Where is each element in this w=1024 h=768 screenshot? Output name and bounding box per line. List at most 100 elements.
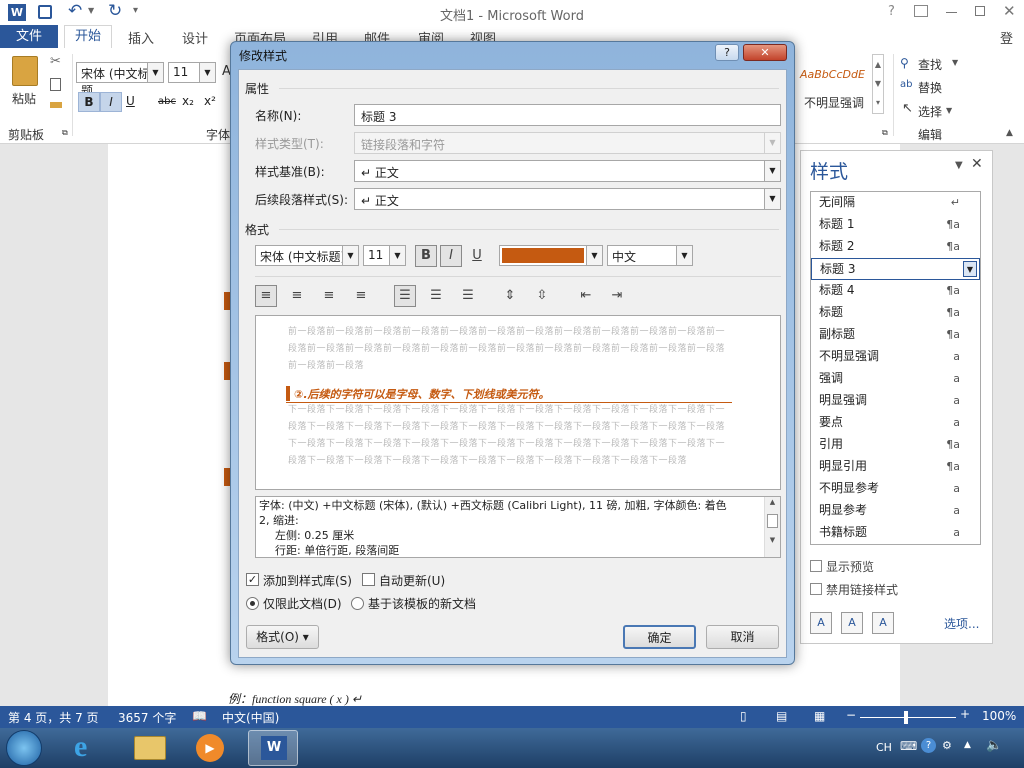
format-menu-button[interactable]: 格式(O) ▾	[246, 625, 319, 649]
web-layout-icon[interactable]: ▦	[814, 709, 825, 723]
settings-tray-icon[interactable]: ⚙	[942, 739, 952, 752]
show-preview-checkbox[interactable]	[810, 560, 822, 572]
chevron-down-icon[interactable]: ▼	[764, 189, 780, 209]
keyboard-icon[interactable]: ⌨	[900, 739, 917, 753]
close-icon[interactable]: ✕	[1003, 2, 1016, 20]
paste-button-label[interactable]: 粘贴	[12, 90, 36, 107]
print-layout-icon[interactable]: ▤	[776, 709, 787, 723]
tab-file[interactable]: 文件	[0, 25, 58, 48]
copy-icon[interactable]	[50, 78, 61, 91]
align-right-icon[interactable]: ≡	[318, 285, 340, 307]
subscript-icon[interactable]: x₂	[182, 94, 194, 108]
align-center-icon[interactable]: ≡	[286, 285, 308, 307]
zoom-level[interactable]: 100%	[982, 709, 1016, 723]
ribbon-font-size[interactable]: 11 ▼	[168, 62, 216, 83]
pane-close-icon[interactable]: ✕	[971, 156, 983, 172]
zoom-slider[interactable]	[860, 711, 956, 724]
select-dropdown-icon[interactable]: ▼	[946, 106, 952, 115]
size-select[interactable]: 11 ▼	[363, 245, 406, 266]
find-button[interactable]: 查找	[918, 56, 942, 73]
increase-para-spacing-icon[interactable]: ⇕	[499, 285, 521, 307]
style-list-item[interactable]: 要点 a	[811, 412, 980, 434]
chevron-down-icon[interactable]: ▼	[586, 246, 602, 265]
select-button[interactable]: 选择	[918, 103, 942, 120]
only-document-radio[interactable]	[246, 597, 259, 610]
chevron-down-icon[interactable]: ▼	[147, 63, 163, 82]
style-list-item[interactable]: 书籍标题 a	[811, 522, 980, 544]
language-status[interactable]: 中文(中国)	[222, 709, 279, 726]
dialog-help-icon[interactable]: ?	[715, 44, 739, 61]
single-spacing-icon[interactable]: ☰	[394, 285, 416, 307]
align-left-icon[interactable]: ≡	[255, 285, 277, 307]
show-hidden-icon[interactable]: ▲	[964, 740, 971, 750]
only-document-label[interactable]: 仅限此文档(D)	[263, 595, 342, 612]
ribbon-font-name[interactable]: 宋体 (中文标题 ▼	[76, 62, 164, 98]
add-to-gallery-checkbox[interactable]: ✓	[246, 573, 259, 586]
font-select[interactable]: 宋体 (中文标题) ▼	[255, 245, 359, 266]
help-tray-icon[interactable]: ?	[921, 738, 936, 753]
auto-update-checkbox[interactable]	[362, 573, 375, 586]
new-template-label[interactable]: 基于该模板的新文档	[368, 595, 476, 612]
zoom-in-icon[interactable]: +	[960, 707, 970, 721]
start-button-icon[interactable]	[6, 730, 42, 766]
dialog-close-icon[interactable]: ✕	[743, 44, 787, 61]
bold-button[interactable]: B	[415, 245, 437, 267]
volume-icon[interactable]: 🔈	[986, 738, 1002, 753]
new-template-radio[interactable]	[351, 597, 364, 610]
disable-linked-label[interactable]: 禁用链接样式	[826, 581, 898, 598]
style-list-item[interactable]: 无间隔 ↵	[811, 192, 980, 214]
style-item-dropdown-icon[interactable]: ▼	[963, 261, 977, 277]
style-list-item[interactable]: 明显强调 a	[811, 390, 980, 412]
show-preview-label[interactable]: 显示预览	[826, 558, 874, 575]
style-gallery-item[interactable]: AaBbCcDdE	[800, 68, 872, 88]
style-list-item[interactable]: 不明显强调 a	[811, 346, 980, 368]
cancel-button[interactable]: 取消	[706, 625, 779, 649]
base-style-select[interactable]: ↵ 正文 ▼	[354, 160, 781, 182]
style-list[interactable]: 无间隔↵标题 1¶a标题 2¶a标题 3¶a▼标题 4¶a标题¶a副标题¶a不明…	[810, 191, 981, 545]
ribbon-bold-icon[interactable]: B	[78, 92, 100, 112]
read-mode-icon[interactable]: ▯	[740, 709, 747, 723]
tab-home[interactable]: 开始	[64, 25, 112, 48]
justify-icon[interactable]: ≡	[350, 285, 372, 307]
ime-indicator[interactable]: CH	[876, 741, 892, 754]
options-link[interactable]: 选项...	[944, 615, 979, 632]
new-style-icon[interactable]: A	[810, 612, 832, 634]
style-list-item[interactable]: 标题 3¶a▼	[811, 258, 980, 280]
ribbon-options-icon[interactable]	[914, 5, 928, 17]
proofing-icon[interactable]: 📖	[192, 709, 207, 723]
disable-linked-checkbox[interactable]	[810, 583, 822, 595]
chevron-down-icon[interactable]: ▼	[676, 246, 692, 265]
page-count[interactable]: 第 4 页，共 7 页	[8, 709, 99, 726]
decrease-indent-icon[interactable]: ⇤	[575, 285, 597, 307]
tab-design[interactable]: 设计	[182, 28, 208, 47]
help-icon[interactable]: ?	[888, 4, 895, 19]
chevron-down-icon[interactable]: ▼	[764, 161, 780, 181]
auto-update-label[interactable]: 自动更新(U)	[379, 572, 445, 589]
find-dropdown-icon[interactable]: ▼	[952, 58, 958, 67]
select-icon[interactable]: ↖	[902, 101, 913, 116]
style-list-item[interactable]: 不明显参考 a	[811, 478, 980, 500]
style-list-item[interactable]: 明显引用 ¶a	[811, 456, 980, 478]
superscript-icon[interactable]: x²	[204, 94, 216, 108]
one-half-spacing-icon[interactable]: ☰	[425, 285, 447, 307]
style-list-item[interactable]: 引用 ¶a	[811, 434, 980, 456]
double-spacing-icon[interactable]: ☰	[457, 285, 479, 307]
style-list-item[interactable]: 强调 a	[811, 368, 980, 390]
chevron-down-icon[interactable]: ▼	[389, 246, 405, 265]
underline-button[interactable]: U	[466, 245, 488, 267]
paste-icon[interactable]	[12, 56, 38, 86]
explorer-icon[interactable]	[134, 736, 166, 760]
gallery-scroll[interactable]: ▲ ▼ ▾	[872, 54, 884, 114]
style-list-item[interactable]: 标题 1 ¶a	[811, 214, 980, 236]
description-scrollbar[interactable]: ▲ ▼	[764, 497, 780, 557]
style-inspector-icon[interactable]: A	[841, 612, 863, 634]
chevron-down-icon[interactable]: ▼	[199, 63, 215, 82]
style-list-item[interactable]: 标题 ¶a	[811, 302, 980, 324]
collapse-ribbon-icon[interactable]: ▲	[1006, 128, 1013, 138]
manage-styles-icon[interactable]: A	[872, 612, 894, 634]
cut-icon[interactable]: ✂	[50, 54, 61, 69]
styles-launcher-icon[interactable]: ⧉	[882, 128, 888, 138]
replace-icon[interactable]: ab	[900, 79, 912, 90]
media-player-icon[interactable]: ▶	[196, 734, 224, 762]
tab-insert[interactable]: 插入	[128, 28, 154, 47]
